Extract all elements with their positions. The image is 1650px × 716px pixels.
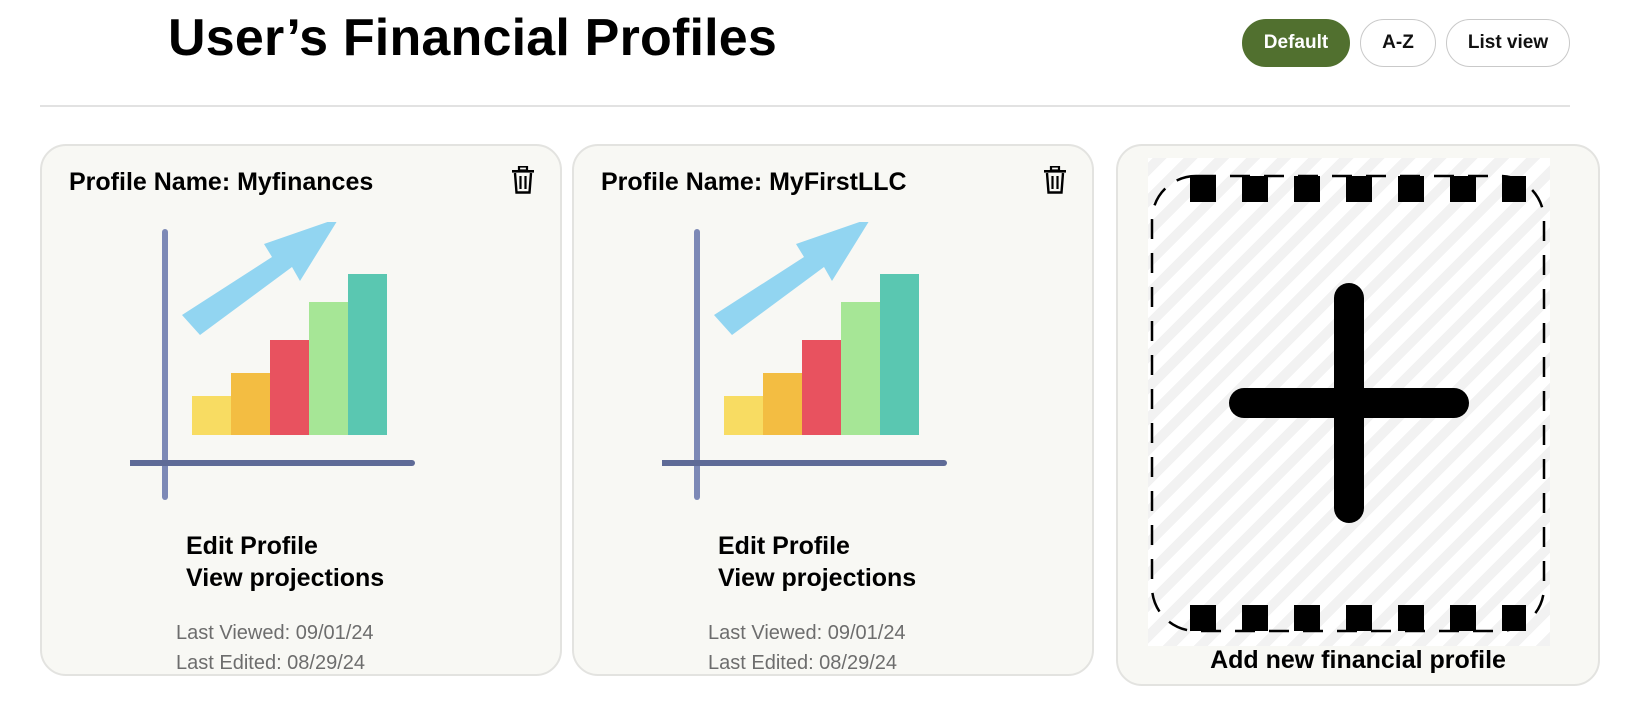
view-projections-link[interactable]: View projections bbox=[186, 562, 384, 594]
growth-chart-illustration bbox=[127, 218, 430, 527]
view-controls: Default A-Z List view bbox=[1242, 19, 1570, 67]
last-viewed-date: Last Viewed: 09/01/24 bbox=[176, 622, 374, 644]
plus-icon bbox=[1229, 283, 1469, 523]
edit-profile-link[interactable]: Edit Profile bbox=[186, 530, 384, 562]
add-profile-card[interactable]: Add new financial profile bbox=[1116, 144, 1600, 686]
az-sort-button[interactable]: A-Z bbox=[1360, 19, 1436, 67]
trash-icon[interactable] bbox=[510, 165, 536, 194]
add-profile-dropzone[interactable] bbox=[1148, 158, 1550, 646]
view-projections-link[interactable]: View projections bbox=[718, 562, 916, 594]
profile-actions: Edit Profile View projections bbox=[186, 530, 384, 594]
profile-name: Profile Name: Myfinances bbox=[69, 168, 374, 196]
default-view-button[interactable]: Default bbox=[1242, 19, 1350, 67]
profile-dates: Last Viewed: 09/01/24 Last Edited: 08/29… bbox=[176, 618, 374, 678]
header-divider bbox=[40, 105, 1570, 107]
profile-name: Profile Name: MyFirstLLC bbox=[601, 168, 907, 196]
profile-card: Profile Name: MyFirstLLC Edit Profile Vi… bbox=[572, 144, 1094, 676]
profile-actions: Edit Profile View projections bbox=[718, 530, 916, 594]
add-profile-label: Add new financial profile bbox=[1210, 646, 1506, 674]
last-edited-date: Last Edited: 08/29/24 bbox=[176, 652, 366, 674]
page-title: User’s Financial Profiles bbox=[168, 9, 778, 67]
profile-card: Profile Name: Myfinances Edit Profile Vi… bbox=[40, 144, 562, 676]
list-view-button[interactable]: List view bbox=[1446, 19, 1570, 67]
last-viewed-date: Last Viewed: 09/01/24 bbox=[708, 622, 906, 644]
trash-icon[interactable] bbox=[1042, 165, 1068, 194]
last-edited-date: Last Edited: 08/29/24 bbox=[708, 652, 898, 674]
growth-chart-illustration bbox=[659, 218, 962, 527]
profile-dates: Last Viewed: 09/01/24 Last Edited: 08/29… bbox=[708, 618, 906, 678]
edit-profile-link[interactable]: Edit Profile bbox=[718, 530, 916, 562]
